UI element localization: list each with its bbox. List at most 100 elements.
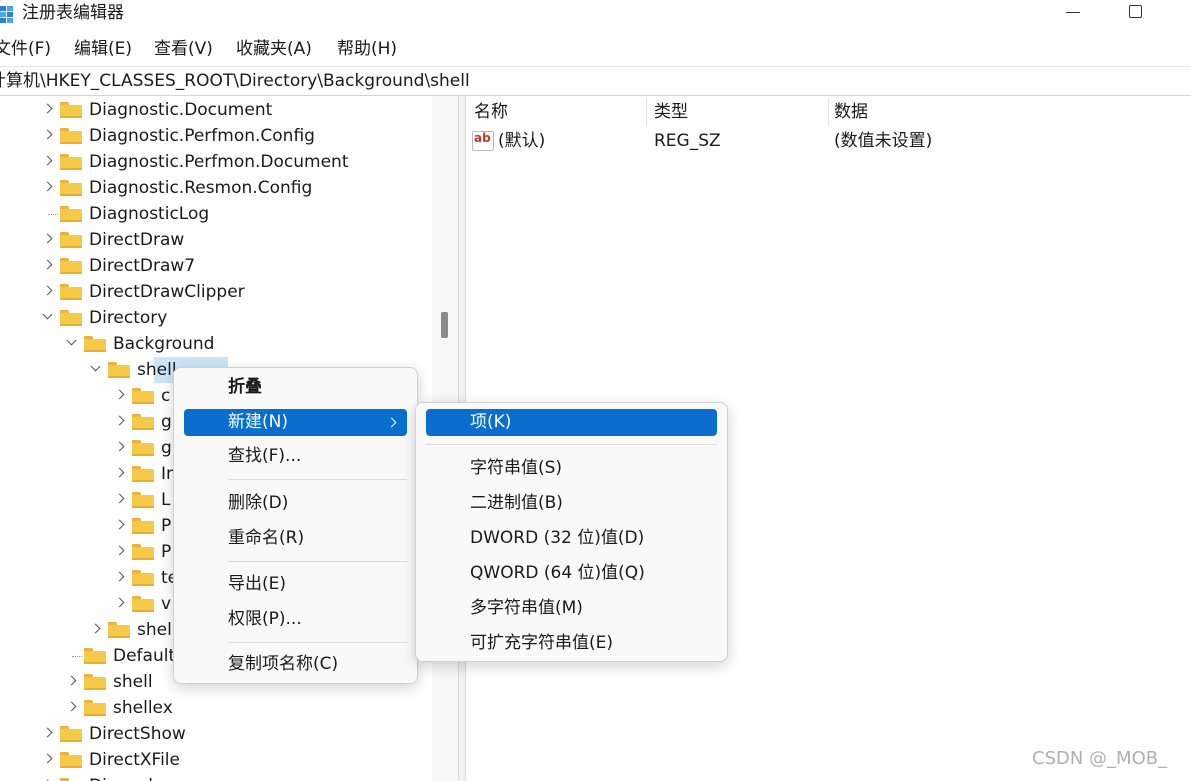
submenu-item-string-value[interactable]: 字符串值(S)	[426, 455, 717, 482]
folder-icon	[60, 154, 82, 170]
chevron-right-icon[interactable]	[44, 755, 52, 763]
tree-item[interactable]: DirectXFile	[0, 747, 432, 773]
column-header-type[interactable]: 类型	[654, 100, 688, 124]
tree-item[interactable]: Background	[0, 331, 432, 357]
menu-edit[interactable]: 编辑(E)	[74, 34, 132, 64]
tree-item[interactable]: DiagnosticLog	[0, 201, 432, 227]
tree-item-label: Background	[113, 334, 215, 354]
folder-icon	[60, 102, 82, 118]
address-bar[interactable]: 计算机\HKEY_CLASSES_ROOT\Directory\Backgrou…	[0, 66, 1191, 96]
chevron-right-icon[interactable]	[116, 391, 124, 399]
value-type: REG_SZ	[654, 131, 721, 151]
chevron-right-icon[interactable]	[44, 105, 52, 113]
menu-item-rename[interactable]: 重命名(R)	[184, 525, 407, 552]
chevron-down-icon[interactable]	[92, 365, 100, 373]
chevron-right-icon[interactable]	[68, 677, 76, 685]
menu-separator	[228, 561, 407, 562]
chevron-right-icon[interactable]	[116, 495, 124, 503]
tree-item[interactable]: Diagnostic.Perfmon.Document	[0, 149, 432, 175]
chevron-right-icon[interactable]	[44, 287, 52, 295]
column-divider[interactable]	[646, 98, 647, 126]
folder-icon	[60, 258, 82, 274]
tree-item[interactable]: DirectShow	[0, 721, 432, 747]
maximize-button[interactable]	[1124, 0, 1152, 26]
menu-help[interactable]: 帮助(H)	[337, 34, 397, 64]
tree-item-label: Diagnostic.Perfmon.Config	[89, 126, 315, 146]
tree-item-label: shell	[137, 360, 177, 380]
tree-connector	[72, 656, 82, 657]
chevron-right-icon[interactable]	[44, 183, 52, 191]
submenu-item-binary-value[interactable]: 二进制值(B)	[426, 490, 717, 517]
column-header-name[interactable]: 名称	[474, 100, 508, 124]
menu-file[interactable]: 文件(F)	[0, 34, 51, 64]
tree-connector	[48, 214, 58, 215]
chevron-right-icon[interactable]	[44, 235, 52, 243]
folder-icon	[60, 232, 82, 248]
tree-item[interactable]: shellex	[0, 695, 432, 721]
chevron-right-icon[interactable]	[44, 261, 52, 269]
submenu-item-key[interactable]: 项(K)	[426, 409, 717, 436]
tree-item[interactable]: Diagnostic.Resmon.Config	[0, 175, 432, 201]
tree-item-label: Diagnostic.Perfmon.Document	[89, 152, 349, 172]
tree-item-label: DirectXFile	[89, 750, 180, 770]
tree-item[interactable]: Diagnostic.Document	[0, 97, 432, 123]
address-path[interactable]: 计算机\HKEY_CLASSES_ROOT\Directory\Backgrou…	[0, 69, 470, 93]
menu-item-find[interactable]: 查找(F)...	[184, 443, 407, 470]
chevron-right-icon[interactable]	[44, 131, 52, 139]
folder-icon	[60, 180, 82, 196]
tree-item-label: DirectDraw7	[89, 256, 196, 276]
menu-item-delete[interactable]: 删除(D)	[184, 490, 407, 517]
minimize-button[interactable]	[1062, 0, 1090, 26]
chevron-right-icon[interactable]	[116, 521, 124, 529]
chevron-right-icon[interactable]	[116, 547, 124, 555]
chevron-right-icon[interactable]	[116, 573, 124, 581]
chevron-right-icon[interactable]	[116, 469, 124, 477]
chevron-right-icon[interactable]	[116, 599, 124, 607]
folder-icon	[60, 752, 82, 768]
tree-item[interactable]: Directory	[0, 305, 432, 331]
tree-item[interactable]: Diagnostic.Perfmon.Config	[0, 123, 432, 149]
chevron-right-icon[interactable]	[116, 443, 124, 451]
tree-item[interactable]: DirectDrawClipper	[0, 279, 432, 305]
menu-item-export[interactable]: 导出(E)	[184, 571, 407, 598]
chevron-right-icon[interactable]	[92, 625, 100, 633]
tree-item[interactable]: DirectDraw7	[0, 253, 432, 279]
new-submenu: 项(K) 字符串值(S) 二进制值(B) DWORD (32 位)值(D) QW…	[415, 402, 728, 662]
chevron-right-icon[interactable]	[44, 729, 52, 737]
chevron-down-icon[interactable]	[68, 339, 76, 347]
menu-item-collapse[interactable]: 折叠	[184, 374, 407, 401]
tree-item-label: DirectDrawClipper	[89, 282, 245, 302]
window-title: 注册表编辑器	[22, 3, 124, 23]
folder-icon	[84, 336, 106, 352]
menu-view[interactable]: 查看(V)	[154, 34, 213, 64]
tree-item-label: P	[161, 542, 172, 562]
chevron-right-icon[interactable]	[116, 417, 124, 425]
chevron-right-icon[interactable]	[68, 703, 76, 711]
menu-favorites[interactable]: 收藏夹(A)	[236, 34, 312, 64]
registry-app-icon	[0, 6, 13, 23]
column-divider[interactable]	[828, 98, 829, 126]
chevron-down-icon[interactable]	[44, 313, 52, 321]
chevron-right-icon	[386, 417, 397, 428]
submenu-item-qword-value[interactable]: QWORD (64 位)值(Q)	[426, 560, 717, 587]
folder-icon	[132, 596, 154, 612]
tree-item[interactable]: Discord	[0, 773, 432, 781]
folder-icon	[132, 388, 154, 404]
chevron-right-icon[interactable]	[44, 157, 52, 165]
menu-separator	[228, 642, 407, 643]
folder-icon	[132, 414, 154, 430]
menu-item-permissions[interactable]: 权限(P)...	[184, 606, 407, 633]
tree-item[interactable]: DirectDraw	[0, 227, 432, 253]
submenu-item-expandable-string-value[interactable]: 可扩充字符串值(E)	[426, 630, 717, 657]
tree-item-label: Directory	[89, 308, 168, 328]
menu-item-copy-key-name[interactable]: 复制项名称(C)	[184, 651, 407, 678]
column-header-data[interactable]: 数据	[834, 100, 868, 124]
tree-item-label: DirectDraw	[89, 230, 185, 250]
value-name[interactable]: (默认)	[498, 129, 545, 153]
scrollbar-thumb[interactable]	[441, 312, 448, 338]
folder-icon	[60, 206, 82, 222]
submenu-item-multi-string-value[interactable]: 多字符串值(M)	[426, 595, 717, 622]
menu-item-new[interactable]: 新建(N)	[184, 409, 407, 436]
submenu-item-dword-value[interactable]: DWORD (32 位)值(D)	[426, 525, 717, 552]
folder-icon	[108, 622, 130, 638]
